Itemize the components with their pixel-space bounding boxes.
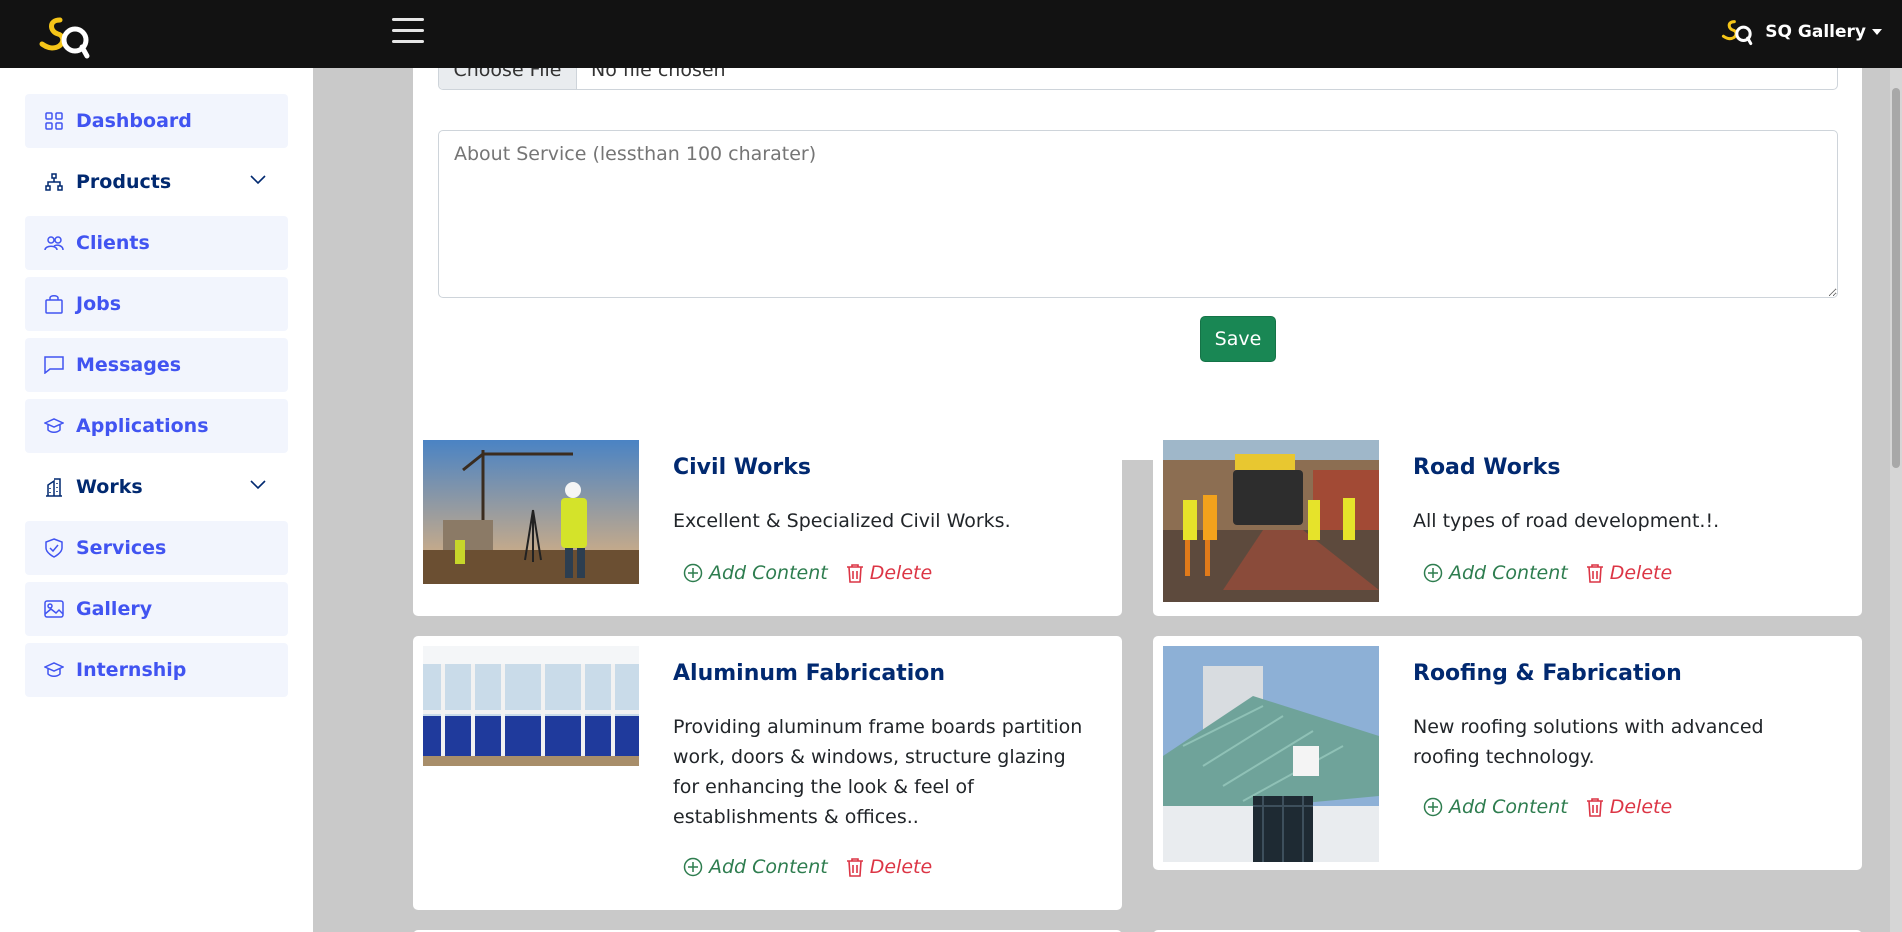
service-actions: Add Content Delete (683, 562, 932, 584)
service-title: Aluminum Fabrication (673, 661, 946, 686)
trash-icon (846, 858, 863, 877)
sidebar-item-gallery[interactable]: Gallery (25, 582, 288, 636)
service-description: Providing aluminum frame boards partitio… (673, 716, 1083, 828)
plus-circle-icon (683, 563, 703, 583)
image-icon (44, 599, 64, 619)
sidebar-item-label: Works (76, 476, 143, 498)
service-card: Aluminum Fabrication Providing aluminum … (413, 636, 1122, 910)
sidebar-item-label: Clients (76, 232, 150, 254)
trash-icon (1586, 564, 1603, 583)
sidebar-item-label: Applications (76, 415, 209, 437)
service-card: Civil Works Excellent & Specialized Civi… (413, 430, 1122, 616)
add-content-label: Add Content (1449, 562, 1568, 584)
sidebar-item-label: Gallery (76, 598, 153, 620)
road-works-image (1163, 440, 1379, 602)
trash-icon (1586, 798, 1603, 817)
top-navbar: SQ Gallery (0, 0, 1902, 68)
sidebar-item-internship[interactable]: Internship (25, 643, 288, 697)
sidebar-item-jobs[interactable]: Jobs (25, 277, 288, 331)
add-content-link[interactable]: Add Content (1423, 562, 1568, 584)
profile-dropdown[interactable]: SQ Gallery (1721, 18, 1882, 46)
service-card: Road Works All types of road development… (1153, 430, 1862, 616)
bag-icon (44, 294, 64, 314)
plus-circle-icon (683, 857, 703, 877)
service-description: New roofing solutions with advanced roof… (1413, 716, 1764, 768)
delete-link[interactable]: Delete (1586, 562, 1672, 584)
add-content-link[interactable]: Add Content (683, 856, 828, 878)
add-content-link[interactable]: Add Content (1423, 796, 1568, 818)
sidebar-item-services[interactable]: Services (25, 521, 288, 575)
aluminum-fabrication-image (423, 646, 639, 766)
menu-toggle-icon[interactable] (392, 18, 424, 46)
plus-circle-icon (1423, 563, 1443, 583)
trash-icon (846, 564, 863, 583)
save-button[interactable]: Save (1200, 316, 1276, 362)
delete-link[interactable]: Delete (846, 856, 932, 878)
sidebar-item-label: Messages (76, 354, 182, 376)
profile-name: SQ Gallery (1765, 22, 1866, 42)
main-content: Choose File No file chosen Save Civil Wo… (313, 58, 1902, 932)
service-card: Roofing & Fabrication New roofing soluti… (1153, 636, 1862, 870)
service-actions: Add Content Delete (683, 856, 932, 878)
civil-works-image (423, 440, 639, 584)
sidebar-item-dashboard[interactable]: Dashboard (25, 94, 288, 148)
service-title: Roofing & Fabrication (1413, 661, 1682, 686)
delete-link[interactable]: Delete (1586, 796, 1672, 818)
people-icon (44, 233, 64, 253)
service-actions: Add Content Delete (1423, 796, 1672, 818)
scrollbar-thumb[interactable] (1892, 88, 1900, 468)
building-icon (44, 477, 64, 497)
add-content-label: Add Content (1449, 796, 1568, 818)
chat-icon (44, 355, 64, 375)
sidebar-item-label: Internship (76, 659, 187, 681)
mortarboard-icon (44, 660, 64, 680)
diagram-icon (44, 172, 64, 192)
sidebar: Dashboard Products Clients Jobs Messages… (0, 68, 313, 932)
page-scrollbar[interactable] (1890, 68, 1902, 932)
sidebar-item-label: Services (76, 537, 167, 559)
sidebar-item-clients[interactable]: Clients (25, 216, 288, 270)
sq-logo-small (1722, 20, 1753, 46)
sidebar-item-messages[interactable]: Messages (25, 338, 288, 392)
grid-icon (44, 111, 64, 131)
sq-logo[interactable] (38, 14, 94, 60)
add-service-form: Choose File No file chosen Save (413, 58, 1862, 460)
about-service-textarea[interactable] (438, 130, 1838, 298)
roofing-fabrication-image (1163, 646, 1379, 862)
sidebar-item-label: Jobs (76, 293, 122, 315)
add-content-link[interactable]: Add Content (683, 562, 828, 584)
service-title: Road Works (1413, 455, 1561, 480)
chevron-down-icon (250, 480, 266, 490)
plus-circle-icon (1423, 797, 1443, 817)
sidebar-item-label: Dashboard (76, 110, 192, 132)
sidebar-item-applications[interactable]: Applications (25, 399, 288, 453)
chevron-down-icon (250, 175, 266, 185)
service-description: Excellent & Specialized Civil Works. (673, 510, 1011, 532)
service-description: All types of road development.!. (1413, 510, 1720, 532)
delete-label: Delete (1609, 796, 1673, 818)
sidebar-item-label: Products (76, 171, 172, 193)
sidebar-item-products[interactable]: Products (25, 155, 288, 209)
delete-label: Delete (869, 856, 933, 878)
add-content-label: Add Content (709, 856, 828, 878)
service-title: Civil Works (673, 455, 811, 480)
delete-label: Delete (869, 562, 933, 584)
delete-label: Delete (1609, 562, 1673, 584)
mortarboard-icon (44, 416, 64, 436)
sidebar-item-works[interactable]: Works (25, 460, 288, 514)
add-content-label: Add Content (709, 562, 828, 584)
delete-link[interactable]: Delete (846, 562, 932, 584)
service-actions: Add Content Delete (1423, 562, 1672, 584)
caret-down-icon (1872, 29, 1882, 35)
shield-icon (44, 538, 64, 558)
